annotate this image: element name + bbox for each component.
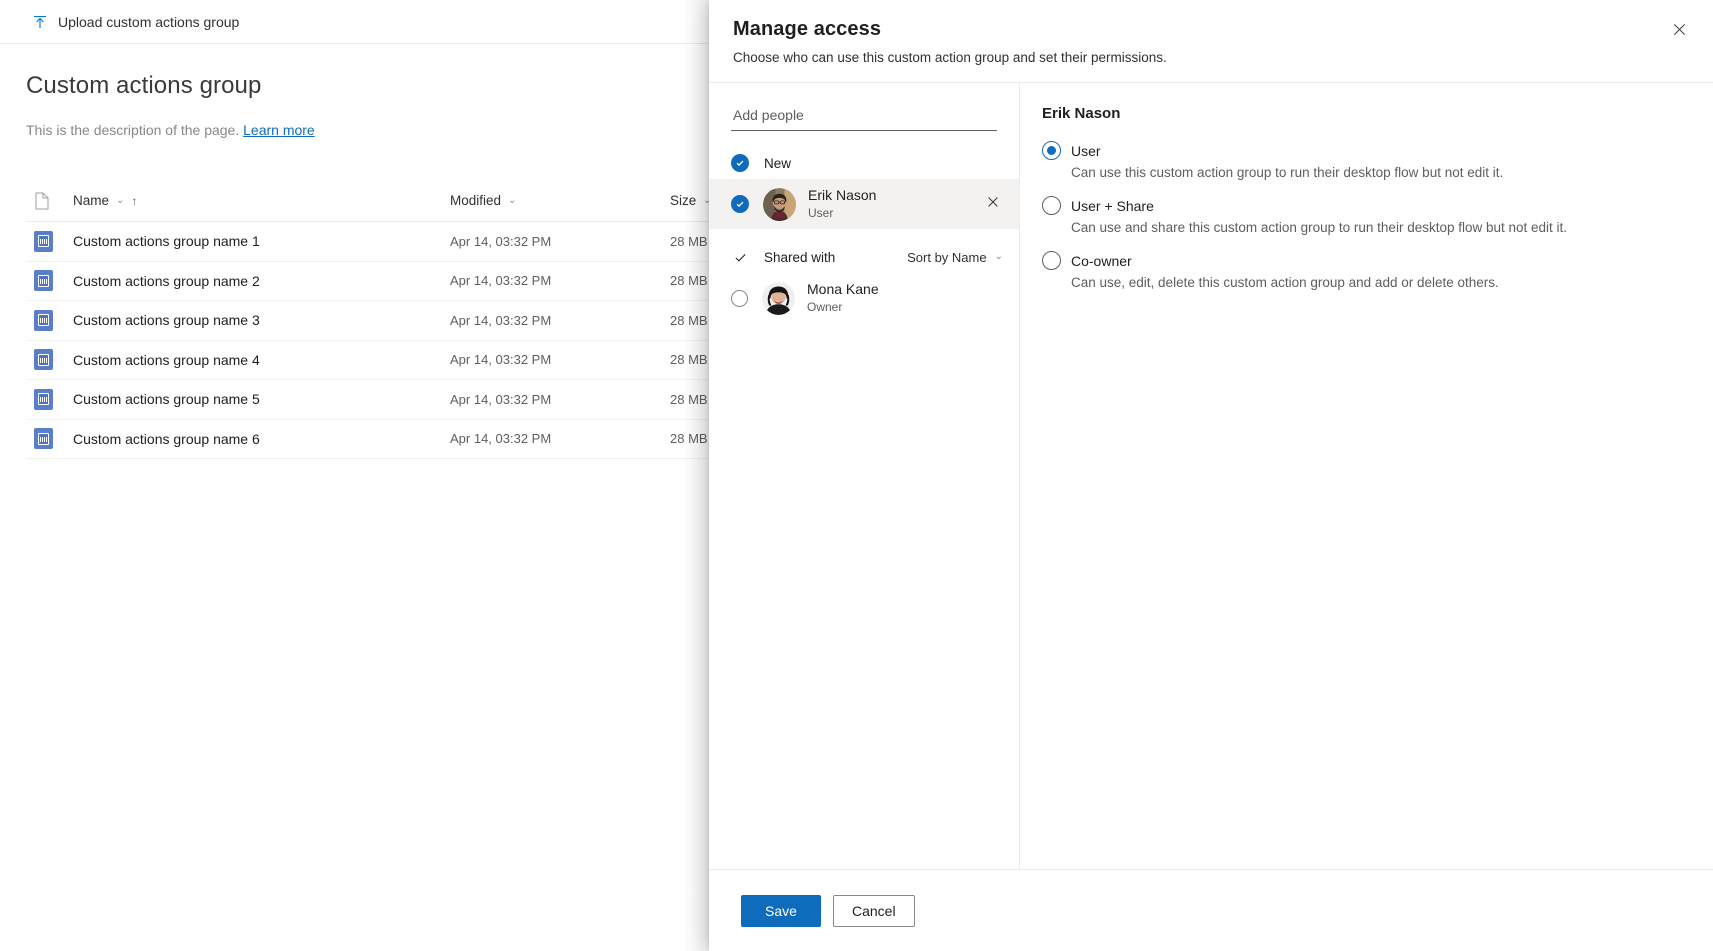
person-name: Mona Kane — [807, 280, 879, 297]
column-header-name[interactable]: Name ⌄ ↑ — [73, 193, 450, 208]
person-role: Owner — [807, 300, 843, 315]
file-type-icon — [26, 270, 73, 292]
close-icon — [1672, 22, 1687, 42]
chevron-down-icon: ⌄ — [994, 251, 1003, 262]
cell-name: Custom actions group name 5 — [73, 391, 260, 408]
permission-label: Co-owner — [1071, 252, 1132, 269]
cell-modified: Apr 14, 03:32 PM — [450, 352, 552, 368]
permission-option: User Can use this custom action group to … — [1042, 141, 1713, 180]
permission-radio-row[interactable]: User + Share — [1042, 196, 1713, 215]
file-type-icon — [26, 388, 73, 410]
column-header-modified-label: Modified — [450, 193, 502, 208]
permission-radio-row[interactable]: Co-owner — [1042, 251, 1713, 270]
save-button[interactable]: Save — [741, 894, 821, 927]
column-header-file-icon — [26, 192, 73, 210]
radio-unselected-icon[interactable] — [1042, 196, 1061, 215]
cell-modified: Apr 14, 03:32 PM — [450, 233, 552, 249]
learn-more-link[interactable]: Learn more — [243, 122, 315, 138]
checkbox-unchecked-icon[interactable] — [731, 289, 748, 307]
new-group-header[interactable]: New — [709, 147, 1019, 179]
panel-footer: Save Cancel — [709, 869, 1713, 951]
permission-option: Co-owner Can use, edit, delete this custo… — [1042, 251, 1713, 290]
close-panel-button[interactable] — [1663, 16, 1695, 48]
add-people-input[interactable] — [731, 101, 997, 131]
permission-radio-row[interactable]: User — [1042, 141, 1713, 160]
chevron-down-icon: ⌄ — [508, 194, 517, 206]
remove-person-button[interactable] — [979, 190, 1007, 218]
manage-access-panel: Manage access Choose who can use this cu… — [709, 0, 1713, 951]
panel-subtitle: Choose who can use this custom action gr… — [733, 50, 1167, 65]
app-root: Upload custom actions group Custom actio… — [0, 0, 1713, 951]
checkmark-filled-icon[interactable] — [731, 195, 749, 213]
panel-content: New — [709, 82, 1713, 869]
cell-modified: Apr 14, 03:32 PM — [450, 273, 552, 289]
radio-unselected-icon[interactable] — [1042, 251, 1061, 270]
cell-name: Custom actions group name 6 — [73, 430, 260, 447]
avatar — [762, 281, 795, 315]
shared-with-label: Shared with — [764, 249, 836, 265]
sort-by-name-dropdown[interactable]: Sort by Name ⌄ — [907, 250, 1003, 265]
person-info: Mona Kane Owner — [807, 281, 879, 316]
checkmark-icon — [731, 251, 749, 264]
person-row-erik-nason[interactable]: Erik Nason User — [709, 179, 1019, 229]
add-people-field-wrap — [709, 101, 1019, 131]
permissions-heading: Erik Nason — [1042, 105, 1121, 122]
cell-modified: Apr 14, 03:32 PM — [450, 391, 552, 407]
file-type-icon — [26, 309, 73, 331]
upload-button-label: Upload custom actions group — [58, 13, 240, 30]
cell-name: Custom actions group name 3 — [73, 312, 260, 329]
shared-with-group-header[interactable]: Shared with Sort by Name ⌄ — [709, 241, 1019, 273]
panel-title: Manage access — [733, 18, 882, 40]
person-info: Erik Nason User — [808, 187, 876, 222]
permission-description: Can use, edit, delete this custom action… — [1071, 275, 1499, 290]
cell-name: Custom actions group name 4 — [73, 351, 260, 368]
column-header-modified[interactable]: Modified ⌄ — [450, 193, 670, 208]
permission-label: User + Share — [1071, 197, 1154, 214]
person-row-mona-kane[interactable]: Mona Kane Owner — [709, 273, 1019, 323]
file-type-icon — [26, 349, 73, 371]
permission-description: Can use this custom action group to run … — [1071, 165, 1504, 180]
close-icon — [986, 195, 1000, 213]
column-header-size-label: Size — [670, 193, 697, 208]
permission-option: User + Share Can use and share this custo… — [1042, 196, 1713, 235]
chevron-down-icon: ⌄ — [116, 194, 125, 206]
page-description-text: This is the description of the page. — [26, 122, 240, 138]
person-name: Erik Nason — [808, 186, 877, 203]
permission-label: User — [1071, 142, 1101, 159]
permission-description: Can use and share this custom action gro… — [1071, 220, 1568, 235]
radio-selected-icon[interactable] — [1042, 141, 1061, 160]
people-column: New — [709, 83, 1020, 869]
file-type-icon — [26, 230, 73, 252]
cell-modified: Apr 14, 03:32 PM — [450, 431, 552, 447]
cell-name: Custom actions group name 2 — [73, 272, 260, 289]
upload-custom-actions-group-button[interactable]: Upload custom actions group — [24, 4, 247, 40]
column-header-name-label: Name — [73, 193, 110, 208]
checkmark-filled-icon — [731, 154, 749, 172]
person-role: User — [808, 206, 834, 221]
new-group-label: New — [764, 155, 792, 171]
panel-header: Manage access Choose who can use this cu… — [709, 0, 1713, 82]
cell-modified: Apr 14, 03:32 PM — [450, 312, 552, 328]
avatar — [763, 187, 796, 221]
permissions-column: Erik Nason User Can use this custom actio… — [1020, 83, 1713, 869]
sort-by-name-label: Sort by Name — [907, 249, 987, 265]
permission-options: User Can use this custom action group to … — [1042, 141, 1713, 290]
sort-ascending-icon: ↑ — [131, 193, 138, 208]
cell-name: Custom actions group name 1 — [73, 233, 260, 250]
file-type-icon — [26, 428, 73, 450]
upload-arrow-icon — [32, 14, 48, 30]
cancel-button[interactable]: Cancel — [833, 894, 915, 927]
